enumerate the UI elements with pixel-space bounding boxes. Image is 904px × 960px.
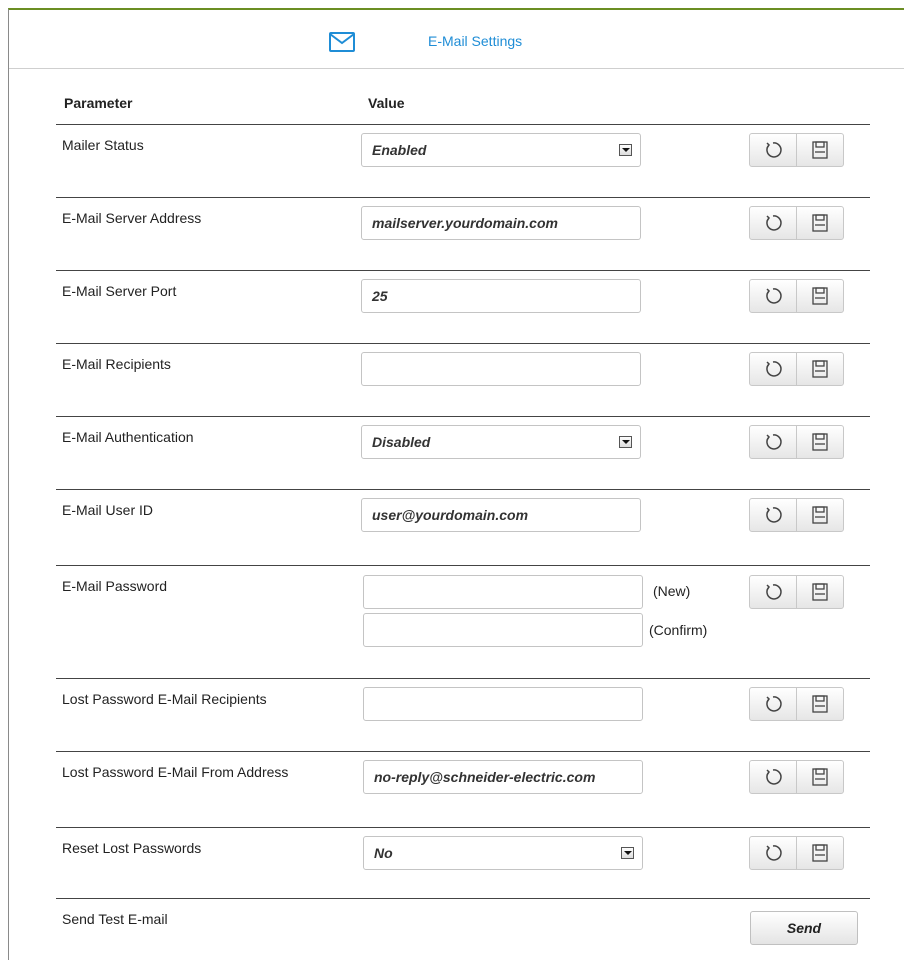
reset-button[interactable] bbox=[750, 837, 796, 869]
parameter-column-header: Parameter bbox=[64, 95, 133, 111]
select-value: Enabled bbox=[372, 142, 427, 158]
panel-header: E-Mail Settings bbox=[9, 10, 904, 69]
refresh-icon bbox=[766, 288, 782, 304]
row-mailer-status: Mailer Status Enabled bbox=[56, 124, 870, 198]
save-button[interactable] bbox=[796, 426, 843, 458]
value-column-header: Value bbox=[368, 95, 405, 111]
refresh-icon bbox=[766, 845, 782, 861]
row-actions bbox=[749, 760, 844, 794]
reset-button[interactable] bbox=[750, 688, 796, 720]
reset-button[interactable] bbox=[750, 280, 796, 312]
save-button[interactable] bbox=[796, 280, 843, 312]
save-icon bbox=[812, 141, 828, 159]
reset-button[interactable] bbox=[750, 499, 796, 531]
param-label: Mailer Status bbox=[62, 137, 144, 153]
row-actions bbox=[749, 687, 844, 721]
page-title: E-Mail Settings bbox=[428, 33, 523, 49]
save-icon bbox=[812, 583, 828, 601]
refresh-icon bbox=[766, 696, 782, 712]
settings-panel: E-Mail Settings Parameter Value Mailer S… bbox=[8, 8, 904, 960]
save-icon bbox=[812, 695, 828, 713]
save-button[interactable] bbox=[796, 837, 843, 869]
chevron-down-icon[interactable] bbox=[621, 847, 634, 859]
row-user-id: E-Mail User ID user@yourdomain.com bbox=[56, 489, 870, 566]
save-icon bbox=[812, 214, 828, 232]
row-actions bbox=[749, 498, 844, 532]
row-recipients: E-Mail Recipients bbox=[56, 343, 870, 417]
row-reset-lost-passwords: Reset Lost Passwords No bbox=[56, 827, 870, 899]
save-icon bbox=[812, 433, 828, 451]
row-actions bbox=[749, 425, 844, 459]
param-label: E-Mail Server Address bbox=[62, 210, 202, 226]
refresh-icon bbox=[766, 507, 782, 523]
mailer-status-select[interactable]: Enabled bbox=[361, 133, 641, 167]
refresh-icon bbox=[766, 584, 782, 600]
select-value: Disabled bbox=[372, 434, 431, 450]
reset-button[interactable] bbox=[750, 353, 796, 385]
save-button[interactable] bbox=[796, 761, 843, 793]
param-label: Lost Password E-Mail From Address bbox=[62, 764, 289, 780]
save-icon bbox=[812, 287, 828, 305]
new-password-suffix: (New) bbox=[653, 583, 691, 599]
param-label: E-Mail Password bbox=[62, 578, 168, 594]
row-actions bbox=[749, 206, 844, 240]
authentication-select[interactable]: Disabled bbox=[361, 425, 641, 459]
chevron-down-icon[interactable] bbox=[619, 144, 632, 156]
save-button[interactable] bbox=[796, 134, 843, 166]
row-actions bbox=[749, 352, 844, 386]
param-label: E-Mail Server Port bbox=[62, 283, 177, 299]
row-actions bbox=[749, 133, 844, 167]
confirm-password-suffix: (Confirm) bbox=[649, 622, 708, 638]
save-icon bbox=[812, 360, 828, 378]
reset-button[interactable] bbox=[750, 207, 796, 239]
refresh-icon bbox=[766, 142, 782, 158]
reset-button[interactable] bbox=[750, 576, 796, 608]
save-button[interactable] bbox=[796, 207, 843, 239]
param-label: E-Mail User ID bbox=[62, 502, 154, 518]
param-label: E-Mail Authentication bbox=[62, 429, 194, 445]
param-label: E-Mail Recipients bbox=[62, 356, 171, 372]
row-lost-password-recipients: Lost Password E-Mail Recipients bbox=[56, 678, 870, 752]
server-port-input[interactable]: 25 bbox=[361, 279, 641, 313]
save-button[interactable] bbox=[796, 353, 843, 385]
recipients-input[interactable] bbox=[361, 352, 641, 386]
row-server-port: E-Mail Server Port 25 bbox=[56, 270, 870, 344]
lost-recipients-input[interactable] bbox=[363, 687, 643, 721]
save-button[interactable] bbox=[796, 688, 843, 720]
refresh-icon bbox=[766, 769, 782, 785]
save-icon bbox=[812, 844, 828, 862]
row-send-test: Send Test E-mail Send bbox=[56, 898, 870, 959]
reset-lost-select[interactable]: No bbox=[363, 836, 643, 870]
save-icon bbox=[812, 506, 828, 524]
save-button[interactable] bbox=[796, 576, 843, 608]
save-button[interactable] bbox=[796, 499, 843, 531]
refresh-icon bbox=[766, 361, 782, 377]
chevron-down-icon[interactable] bbox=[619, 436, 632, 448]
new-password-input[interactable] bbox=[363, 575, 643, 609]
select-value: No bbox=[374, 845, 393, 861]
reset-button[interactable] bbox=[750, 761, 796, 793]
user-id-input[interactable]: user@yourdomain.com bbox=[361, 498, 641, 532]
lost-from-input[interactable]: no-reply@schneider-electric.com bbox=[363, 760, 643, 794]
row-authentication: E-Mail Authentication Disabled bbox=[56, 416, 870, 490]
row-lost-password-from: Lost Password E-Mail From Address no-rep… bbox=[56, 751, 870, 828]
send-test-button[interactable]: Send bbox=[750, 911, 858, 945]
param-label: Reset Lost Passwords bbox=[62, 840, 202, 856]
reset-button[interactable] bbox=[750, 426, 796, 458]
refresh-icon bbox=[766, 434, 782, 450]
refresh-icon bbox=[766, 215, 782, 231]
row-server-address: E-Mail Server Address mailserver.yourdom… bbox=[56, 197, 870, 271]
param-label: Send Test E-mail bbox=[62, 911, 168, 927]
save-icon bbox=[812, 768, 828, 786]
reset-button[interactable] bbox=[750, 134, 796, 166]
row-actions bbox=[749, 279, 844, 313]
param-label: Lost Password E-Mail Recipients bbox=[62, 691, 267, 707]
server-address-input[interactable]: mailserver.yourdomain.com bbox=[361, 206, 641, 240]
row-actions bbox=[749, 575, 844, 609]
row-actions bbox=[749, 836, 844, 870]
mail-icon bbox=[329, 32, 355, 52]
confirm-password-input[interactable] bbox=[363, 613, 643, 647]
row-password: E-Mail Password (New) (Confirm) bbox=[56, 565, 870, 679]
